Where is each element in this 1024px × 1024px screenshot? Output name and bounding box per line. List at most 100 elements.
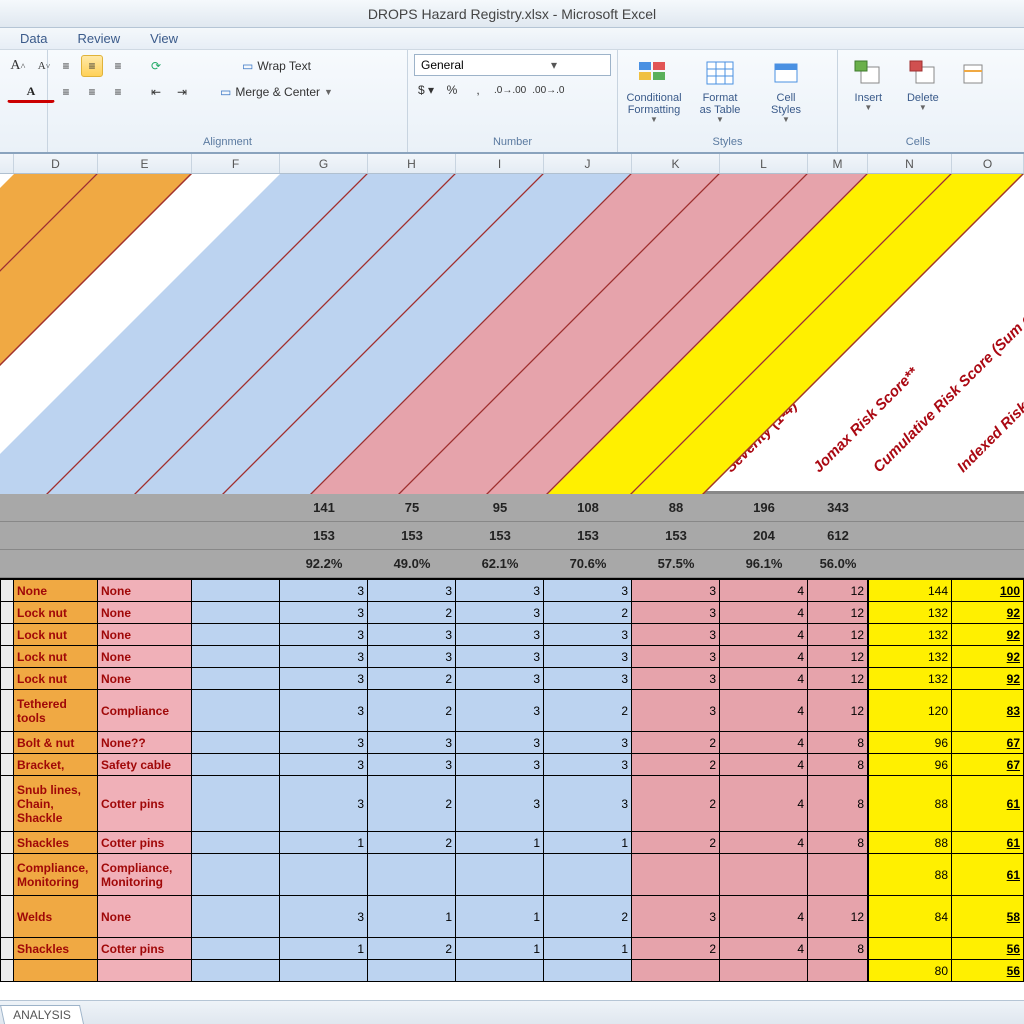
cell-F[interactable]	[192, 960, 280, 982]
cell-J[interactable]: 3	[544, 580, 632, 602]
cell-G[interactable]: 3	[280, 896, 368, 938]
cell-G[interactable]: 3	[280, 668, 368, 690]
sheet-tab-analysis[interactable]: ANALYSIS	[0, 1005, 84, 1024]
menu-view[interactable]: View	[150, 31, 178, 46]
cell-J[interactable]: 1	[544, 938, 632, 960]
cell-J[interactable]: 3	[544, 776, 632, 832]
cell-N[interactable]: 88	[868, 854, 952, 896]
cell-G[interactable]: 3	[280, 754, 368, 776]
cell-G[interactable]: 3	[280, 732, 368, 754]
cell-O[interactable]: 100	[952, 580, 1024, 602]
cell-G[interactable]: 1	[280, 832, 368, 854]
summary-cell[interactable]: 153	[632, 522, 720, 549]
cell-L[interactable]: 4	[720, 776, 808, 832]
cell-J[interactable]: 3	[544, 732, 632, 754]
cell-I[interactable]: 3	[456, 754, 544, 776]
cell-K[interactable]: 3	[632, 624, 720, 646]
cell-secondary[interactable]: None	[98, 624, 192, 646]
cell-M[interactable]: 8	[808, 732, 868, 754]
cell-M[interactable]: 8	[808, 754, 868, 776]
cell-N[interactable]: 80	[868, 960, 952, 982]
cell-secondary[interactable]: None	[98, 668, 192, 690]
cell-M[interactable]	[808, 854, 868, 896]
cell-F[interactable]	[192, 580, 280, 602]
cell-primary[interactable]: Tethered tools	[14, 690, 98, 732]
summary-cell[interactable]: 141	[280, 494, 368, 521]
cell-N[interactable]: 120	[868, 690, 952, 732]
cell-I[interactable]	[456, 960, 544, 982]
summary-cell[interactable]: 92.2%	[280, 550, 368, 577]
cell-secondary[interactable]	[98, 960, 192, 982]
cell-J[interactable]: 2	[544, 896, 632, 938]
cell-I[interactable]: 3	[456, 776, 544, 832]
table-row[interactable]: Bracket,Safety cable33332489667	[0, 754, 1024, 776]
cell-O[interactable]: 92	[952, 624, 1024, 646]
table-row[interactable]: Lock nutNone3333341213292	[0, 646, 1024, 668]
cell-F[interactable]	[192, 832, 280, 854]
cell-N[interactable]: 132	[868, 668, 952, 690]
cell-N[interactable]: 144	[868, 580, 952, 602]
cell-H[interactable]: 2	[368, 938, 456, 960]
number-format-input[interactable]	[415, 56, 545, 74]
align-left-icon[interactable]: ≡	[55, 81, 77, 103]
cell-primary[interactable]: Bolt & nut	[14, 732, 98, 754]
cell-K[interactable]: 2	[632, 832, 720, 854]
cell-K[interactable]: 2	[632, 776, 720, 832]
summary-cell[interactable]: 204	[720, 522, 808, 549]
conditional-formatting-button[interactable]: Conditional Formatting ▼	[624, 54, 684, 130]
cell-primary[interactable]: Shackles	[14, 832, 98, 854]
cell-J[interactable]	[544, 854, 632, 896]
cell-F[interactable]	[192, 854, 280, 896]
cell-H[interactable]: 3	[368, 580, 456, 602]
worksheet-grid[interactable]: Primary Means of Securement* Secondary M…	[0, 174, 1024, 1024]
cell-L[interactable]: 4	[720, 668, 808, 690]
cell-primary[interactable]: Snub lines, Chain, Shackle	[14, 776, 98, 832]
cell-secondary[interactable]: Compliance	[98, 690, 192, 732]
cell-K[interactable]: 3	[632, 896, 720, 938]
cell-G[interactable]: 3	[280, 776, 368, 832]
table-row[interactable]: Compliance, MonitoringCompliance, Monito…	[0, 854, 1024, 896]
cell-G[interactable]: 3	[280, 624, 368, 646]
summary-cell[interactable]: 153	[456, 522, 544, 549]
cell-L[interactable]: 4	[720, 938, 808, 960]
summary-cell[interactable]: 196	[720, 494, 808, 521]
cell-K[interactable]: 2	[632, 754, 720, 776]
cell-I[interactable]: 3	[456, 602, 544, 624]
table-row[interactable]: ShacklesCotter pins12112488861	[0, 832, 1024, 854]
grow-font-icon[interactable]: A˄	[7, 55, 29, 77]
summary-cell[interactable]: 153	[280, 522, 368, 549]
orientation-icon[interactable]: ⟳	[145, 55, 167, 77]
cell-primary[interactable]: Compliance, Monitoring	[14, 854, 98, 896]
cell-N[interactable]: 88	[868, 832, 952, 854]
align-right-icon[interactable]: ≡	[107, 81, 129, 103]
col-header-D[interactable]: D	[14, 154, 98, 173]
cell-H[interactable]: 2	[368, 832, 456, 854]
merge-center-button[interactable]: ▭ Merge & Center ▼	[215, 81, 338, 103]
align-bottom-icon[interactable]: ≡	[107, 55, 129, 77]
cell-O[interactable]: 92	[952, 646, 1024, 668]
summary-cell[interactable]: 96.1%	[720, 550, 808, 577]
cell-H[interactable]: 2	[368, 668, 456, 690]
cell-N[interactable]: 96	[868, 732, 952, 754]
cell-J[interactable]: 2	[544, 602, 632, 624]
number-format-select[interactable]: ▾	[414, 54, 611, 76]
cell-I[interactable]: 1	[456, 938, 544, 960]
table-row[interactable]: Snub lines, Chain, ShackleCotter pins323…	[0, 776, 1024, 832]
cell-N[interactable]	[868, 938, 952, 960]
cell-L[interactable]: 4	[720, 646, 808, 668]
cell-O[interactable]: 92	[952, 668, 1024, 690]
cell-G[interactable]: 1	[280, 938, 368, 960]
cell-M[interactable]: 8	[808, 938, 868, 960]
cell-secondary[interactable]: Cotter pins	[98, 938, 192, 960]
cell-M[interactable]: 12	[808, 580, 868, 602]
col-header-H[interactable]: H	[368, 154, 456, 173]
cell-H[interactable]: 1	[368, 896, 456, 938]
menu-review[interactable]: Review	[77, 31, 120, 46]
cell-I[interactable]: 3	[456, 580, 544, 602]
cell-N[interactable]: 88	[868, 776, 952, 832]
cell-G[interactable]	[280, 960, 368, 982]
cell-M[interactable]: 12	[808, 896, 868, 938]
cell-K[interactable]	[632, 854, 720, 896]
format-as-table-button[interactable]: Format as Table ▼	[690, 54, 750, 130]
col-header-J[interactable]: J	[544, 154, 632, 173]
